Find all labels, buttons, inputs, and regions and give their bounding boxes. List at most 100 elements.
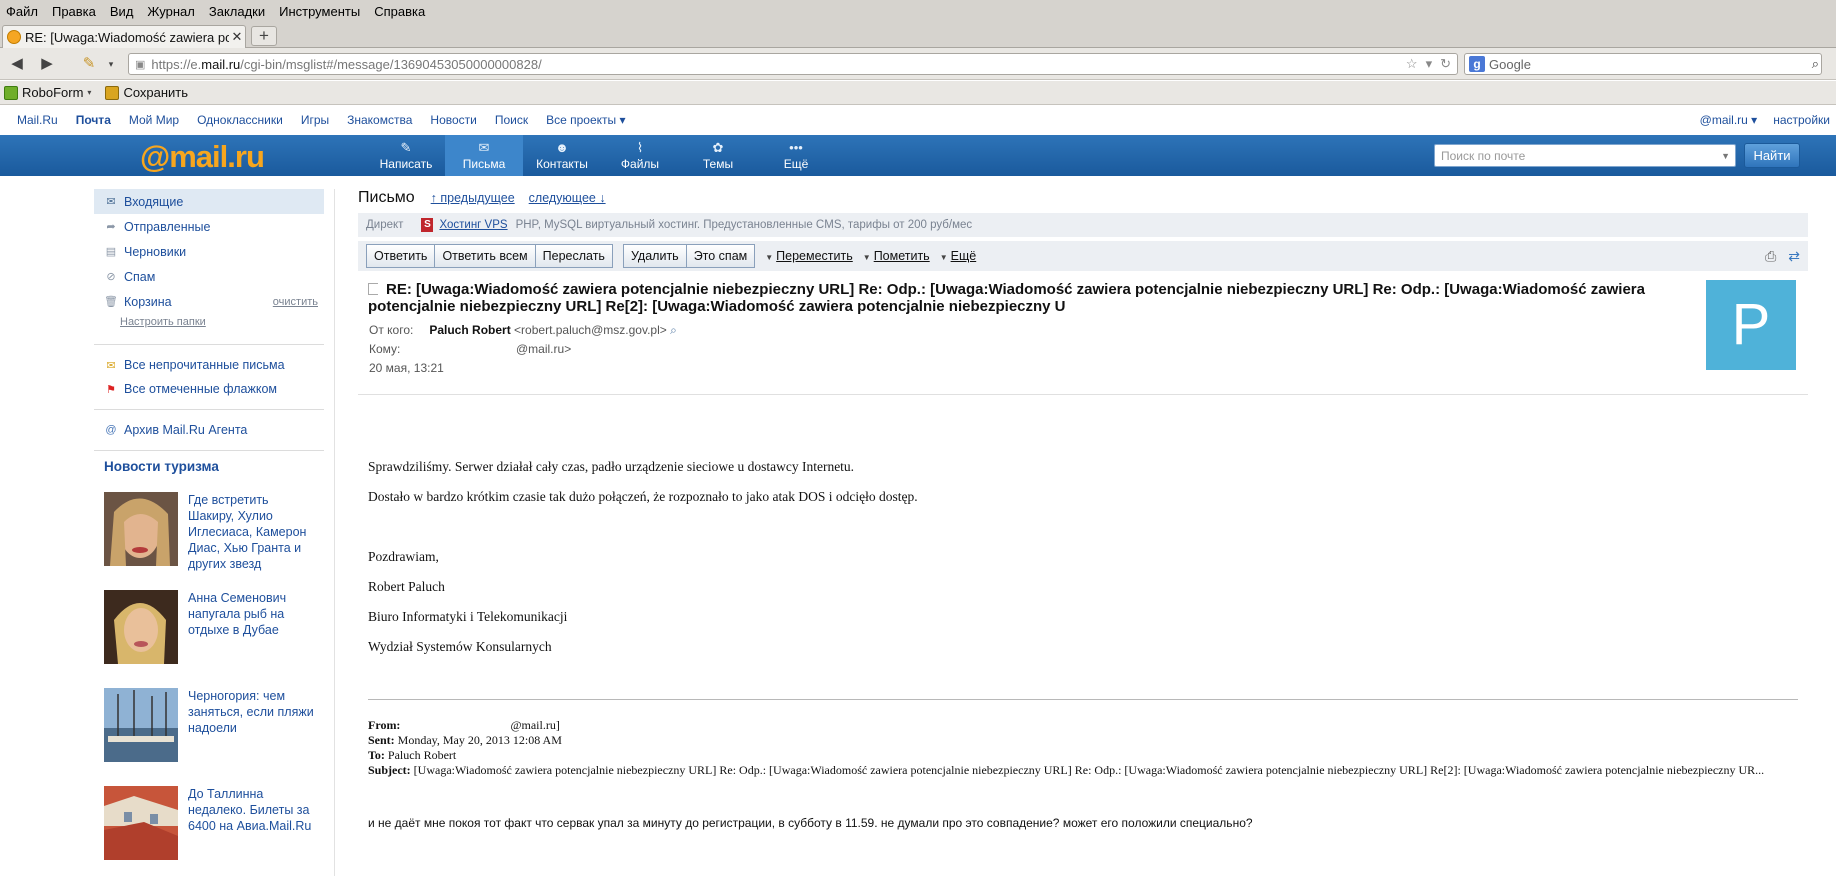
news-image[interactable]	[104, 786, 178, 860]
bookmark-label: Сохранить	[123, 85, 189, 100]
delete-button[interactable]: Удалить	[622, 244, 687, 268]
direct-ad-text[interactable]: PHP, MySQL виртуальный хостинг. Предуста…	[516, 219, 973, 231]
setup-folders-link[interactable]: Настроить папки	[94, 316, 324, 336]
back-icon[interactable]: ◀	[6, 54, 28, 74]
pencil-icon: ✎	[400, 139, 412, 155]
new-tab-button[interactable]: +	[251, 26, 277, 46]
next-message-link[interactable]: следующее ↓	[529, 191, 606, 205]
spam-button[interactable]: Это спам	[686, 244, 756, 268]
nav-compose[interactable]: ✎ Написать	[367, 135, 445, 176]
sender-name[interactable]: Paluch Robert	[429, 323, 510, 337]
recipient-email[interactable]: @mail.ru>	[516, 342, 571, 356]
search-icon[interactable]: ⌕	[1812, 56, 1821, 72]
sidebar-item-sent[interactable]: ➦ Отправленные	[94, 214, 324, 239]
menu-view[interactable]: Вид	[110, 4, 134, 19]
sidebar: ✉ Входящие ➦ Отправленные ▤ Черновики ⊘ Спам…	[94, 189, 324, 876]
bookmark-star-icon[interactable]: ☆	[1406, 56, 1418, 72]
bookmark-label: RoboForm	[22, 85, 84, 100]
news-item[interactable]: Черногория: чем заняться, если пляжи над…	[94, 688, 324, 786]
tool-dropdown-icon[interactable]: ▾	[100, 54, 122, 74]
fw-sent-label: Sent:	[368, 733, 395, 747]
portal-link-all-projects[interactable]: Все проекты ▾	[546, 113, 625, 127]
find-button[interactable]: Найти	[1744, 143, 1800, 168]
sidebar-item-inbox[interactable]: ✉ Входящие	[94, 189, 324, 214]
bookmark-save[interactable]: Сохранить	[105, 85, 188, 100]
menu-bookmarks[interactable]: Закладки	[209, 4, 265, 19]
flag-icon[interactable]	[368, 283, 378, 295]
news-image[interactable]	[104, 492, 178, 566]
google-icon[interactable]: g	[1469, 56, 1485, 72]
folder-label: Отправленные	[124, 219, 211, 234]
news-item[interactable]: Где встретить Шакиру, Хулио Иглесиаса, К…	[94, 492, 324, 590]
browser-search-placeholder: Google	[1489, 56, 1531, 72]
forward-button[interactable]: Переслать	[535, 244, 613, 268]
translate-icon[interactable]: ⇄	[1788, 248, 1800, 265]
reply-button[interactable]: Ответить	[366, 244, 436, 268]
nav-contacts[interactable]: ☻ Контакты	[523, 135, 601, 176]
close-tab-icon[interactable]: ✕	[229, 29, 245, 45]
bookmark-roboform[interactable]: RoboForm ▾	[4, 85, 91, 100]
portal-link-odnoklassniki[interactable]: Одноклассники	[197, 113, 283, 127]
news-title[interactable]: Новости туризма	[94, 459, 324, 474]
menu-edit[interactable]: Правка	[52, 4, 96, 19]
news-image[interactable]	[104, 590, 178, 664]
news-item[interactable]: Анна Семенович напугала рыб на отдыхе в …	[94, 590, 324, 688]
news-item[interactable]: До Таллинна недалеко. Билеты за 6400 на …	[94, 786, 324, 876]
chevron-down-icon[interactable]: ▼	[1721, 151, 1735, 161]
portal-link-mail[interactable]: Почта	[76, 113, 111, 127]
divider	[94, 409, 324, 410]
portal-link-games[interactable]: Игры	[301, 113, 329, 127]
forward-icon[interactable]: ▶	[36, 54, 58, 74]
dropdown-label: Пометить	[873, 249, 930, 263]
pencil-tool-icon[interactable]: ✎	[78, 54, 100, 74]
url-dropdown-icon[interactable]: ▾	[1426, 56, 1433, 72]
clean-trash-link[interactable]: очистить	[273, 296, 318, 308]
search-sender-icon[interactable]: ⌕	[670, 323, 677, 337]
sidebar-item-trash[interactable]: 🗑 Корзина очистить	[94, 289, 324, 314]
prev-message-link[interactable]: ↑ предыдущее	[431, 191, 515, 205]
ad-logo-icon[interactable]: S	[421, 218, 434, 232]
nav-files[interactable]: ⌇ Файлы	[601, 135, 679, 176]
filter-unread[interactable]: ✉ Все непрочитанные письма	[94, 353, 324, 377]
portal-link-my-world[interactable]: Мой Мир	[129, 113, 179, 127]
reload-icon[interactable]: ↻	[1440, 56, 1451, 72]
browser-search-input[interactable]: g Google ⌕	[1464, 53, 1822, 75]
menu-history[interactable]: Журнал	[147, 4, 194, 19]
move-dropdown[interactable]: ▼ Переместить	[765, 249, 853, 263]
browser-tab[interactable]: RE: [Uwaga:Wiadomość zawiera pot... ✕	[2, 25, 246, 48]
portal-link-dating[interactable]: Знакомства	[347, 113, 412, 127]
reply-all-button[interactable]: Ответить всем	[435, 244, 536, 268]
filter-flagged[interactable]: ⚑ Все отмеченные флажком	[94, 377, 324, 401]
menu-tools[interactable]: Инструменты	[279, 4, 360, 19]
settings-link[interactable]: настройки	[1773, 113, 1830, 127]
url-bar[interactable]: ▣ https://e. mail.ru/cgi-bin/msglist#/mes…	[128, 53, 1458, 75]
menu-file[interactable]: Файл	[6, 4, 38, 19]
portal-link-mailru[interactable]: Mail.Ru	[17, 113, 58, 127]
news-text[interactable]: До Таллинна недалеко. Билеты за 6400 на …	[188, 786, 318, 834]
account-menu[interactable]: @mail.ru ▾	[1700, 113, 1758, 127]
sidebar-item-drafts[interactable]: ▤ Черновики	[94, 239, 324, 264]
mailru-logo[interactable]: @mail.ru	[140, 139, 265, 175]
signature-line: Pozdrawiam,	[368, 549, 439, 564]
portal-link-news[interactable]: Новости	[430, 113, 476, 127]
news-text[interactable]: Где встретить Шакиру, Хулио Иглесиаса, К…	[188, 492, 318, 572]
menu-help[interactable]: Справка	[374, 4, 425, 19]
nav-themes[interactable]: ✿ Темы	[679, 135, 757, 176]
news-text[interactable]: Черногория: чем заняться, если пляжи над…	[188, 688, 318, 736]
nav-more[interactable]: ••• Ещё	[757, 135, 835, 176]
mail-search-input[interactable]: Поиск по почте ▼	[1434, 144, 1736, 167]
print-icon[interactable]: ⎙	[1765, 248, 1776, 265]
agent-archive-link[interactable]: @ Архив Mail.Ru Агента	[94, 418, 324, 442]
roboform-icon	[4, 85, 18, 100]
mark-dropdown[interactable]: ▼ Пометить	[863, 249, 930, 263]
sender-email[interactable]: <robert.paluch@msz.gov.pl>	[514, 323, 667, 337]
subject-text: RE: [Uwaga:Wiadomość zawiera potencjalni…	[368, 281, 1645, 315]
direct-ad-link[interactable]: Хостинг VPS	[439, 219, 507, 231]
news-text[interactable]: Анна Семенович напугала рыб на отдыхе в …	[188, 590, 318, 638]
sidebar-item-spam[interactable]: ⊘ Спам	[94, 264, 324, 289]
news-image[interactable]	[104, 688, 178, 762]
portal-link-search[interactable]: Поиск	[495, 113, 528, 127]
nav-letters[interactable]: ✉ Письма	[445, 135, 523, 176]
more-dropdown[interactable]: ▼ Ещё	[940, 249, 977, 263]
browser-navbar: ◀ ▶ ✎ ▾ ▣ https://e. mail.ru/cgi-bin/msgl…	[0, 48, 1836, 80]
